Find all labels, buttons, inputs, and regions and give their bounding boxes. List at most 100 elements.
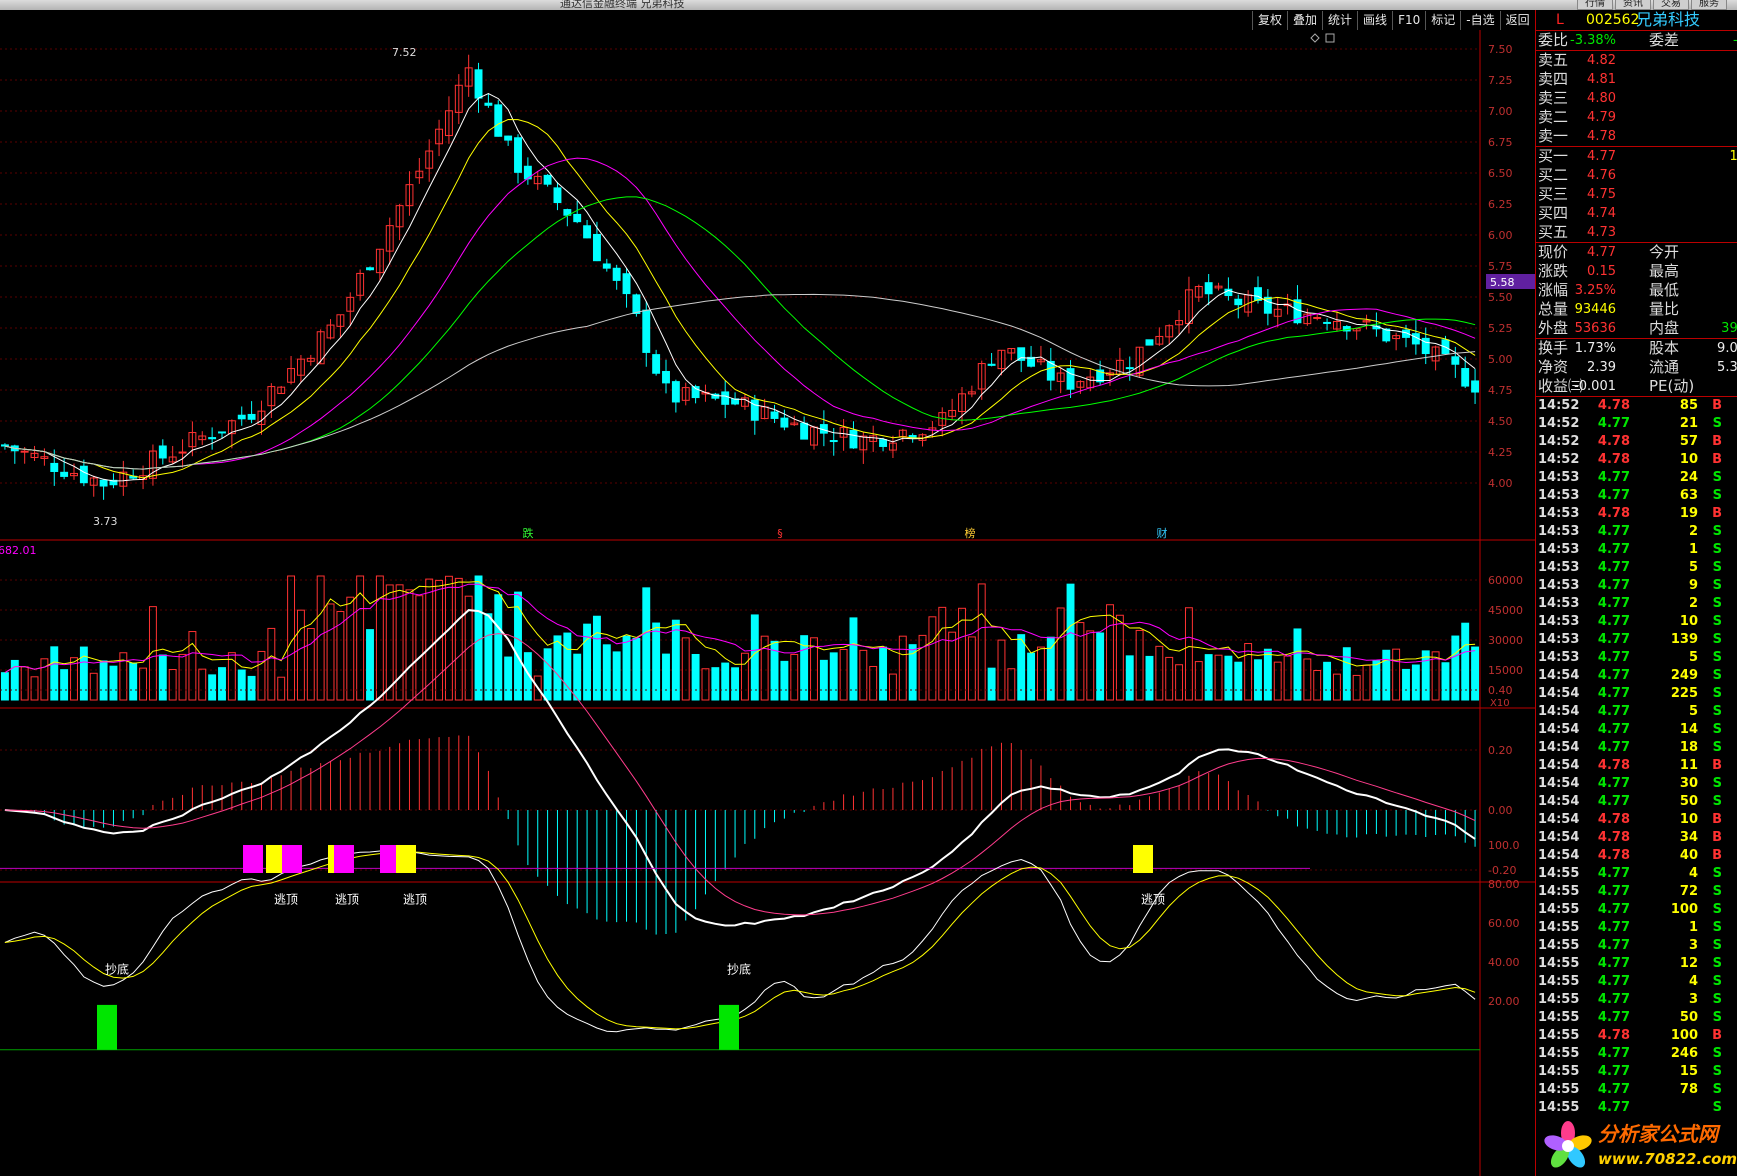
tick-volume: 225 bbox=[1670, 686, 1698, 701]
tick-row[interactable]: 14:54 4.77 14 S bbox=[1536, 721, 1737, 739]
tick-side: B bbox=[1712, 506, 1722, 521]
tick-row[interactable]: 14:53 4.77 10 S bbox=[1536, 613, 1737, 631]
tick-volume: 15 bbox=[1679, 1064, 1698, 1079]
volume-bar bbox=[632, 637, 641, 701]
tick-side: B bbox=[1712, 830, 1722, 845]
toolbar-button[interactable]: 画线 bbox=[1357, 11, 1392, 30]
tick-row[interactable]: 14:53 4.77 2 S bbox=[1536, 595, 1737, 613]
toolbar-button[interactable]: 返回 bbox=[1499, 11, 1535, 30]
tick-row[interactable]: 14:55 4.77 S bbox=[1536, 1099, 1737, 1117]
tick-row[interactable]: 14:53 4.78 19 B bbox=[1536, 505, 1737, 523]
tick-time: 14:52 bbox=[1538, 452, 1580, 467]
tick-row[interactable]: 14:52 4.77 21 S bbox=[1536, 415, 1737, 433]
tick-row[interactable]: 14:53 4.77 5 S bbox=[1536, 649, 1737, 667]
tick-row[interactable]: 14:52 4.78 57 B bbox=[1536, 433, 1737, 451]
tick-row[interactable]: 14:55 4.77 4 S bbox=[1536, 865, 1737, 883]
top-tab[interactable]: 交易 bbox=[1653, 0, 1689, 10]
tick-row[interactable]: 14:54 4.77 225 S bbox=[1536, 685, 1737, 703]
watermark-text: 分析家公式网 bbox=[1598, 1122, 1718, 1146]
tick-row[interactable]: 14:53 4.77 2 S bbox=[1536, 523, 1737, 541]
tick-row[interactable]: 14:54 4.78 40 B bbox=[1536, 847, 1737, 865]
tick-price: 4.77 bbox=[1597, 632, 1630, 647]
tick-side: B bbox=[1712, 398, 1722, 413]
level-price: 4.76 bbox=[1587, 168, 1616, 183]
tick-row[interactable]: 14:53 4.77 1 S bbox=[1536, 541, 1737, 559]
toolbar-button[interactable]: F10 bbox=[1392, 11, 1425, 30]
level-label: 买二 bbox=[1538, 166, 1569, 184]
candle-body bbox=[770, 411, 779, 419]
toolbar-button[interactable]: 统计 bbox=[1322, 11, 1357, 30]
candle-body bbox=[60, 471, 69, 477]
stat-row: 总量93446量比0 bbox=[1536, 300, 1737, 319]
tick-row[interactable]: 14:54 4.78 10 B bbox=[1536, 811, 1737, 829]
tick-volume: 9 bbox=[1688, 578, 1698, 593]
stock-code[interactable]: 002562 bbox=[1586, 10, 1639, 30]
tick-row[interactable]: 14:55 4.77 12 S bbox=[1536, 955, 1737, 973]
stock-name[interactable]: 兄弟科技 bbox=[1636, 10, 1700, 30]
candle-body bbox=[218, 431, 226, 434]
price-axis-label: 6.25 bbox=[1488, 198, 1513, 211]
tick-price: 4.78 bbox=[1597, 434, 1630, 449]
tick-row[interactable]: 14:53 4.77 63 S bbox=[1536, 487, 1737, 505]
tick-row[interactable]: 14:55 4.77 1 S bbox=[1536, 919, 1737, 937]
tick-row[interactable]: 14:55 4.77 4 S bbox=[1536, 973, 1737, 991]
stat-row: 涨幅3.25%最低4 bbox=[1536, 281, 1737, 300]
tick-price: 4.77 bbox=[1597, 794, 1630, 809]
tick-row[interactable]: 14:53 4.77 24 S bbox=[1536, 469, 1737, 487]
tick-volume: 63 bbox=[1679, 488, 1698, 503]
tick-row[interactable]: 14:54 4.78 34 B bbox=[1536, 829, 1737, 847]
tick-row[interactable]: 14:53 4.77 5 S bbox=[1536, 559, 1737, 577]
tick-volume: 1 bbox=[1688, 542, 1698, 557]
tick-row[interactable]: 14:54 4.78 11 B bbox=[1536, 757, 1737, 775]
candle-body bbox=[849, 429, 858, 449]
weibi-row: 委比 -3.38% 委差 -2 bbox=[1536, 30, 1737, 50]
candle-body bbox=[602, 263, 611, 269]
tick-row[interactable]: 14:53 4.77 9 S bbox=[1536, 577, 1737, 595]
tick-price: 4.77 bbox=[1597, 542, 1630, 557]
price-axis-label: 5.00 bbox=[1488, 353, 1513, 366]
volume-bar bbox=[99, 660, 108, 701]
tick-row[interactable]: 14:55 4.78 100 B bbox=[1536, 1027, 1737, 1045]
tick-row[interactable]: 14:55 4.77 246 S bbox=[1536, 1045, 1737, 1063]
tick-time: 14:53 bbox=[1538, 614, 1580, 629]
tick-side: S bbox=[1712, 704, 1722, 719]
top-tab[interactable]: 行情 bbox=[1577, 0, 1613, 10]
candle-body bbox=[20, 450, 29, 453]
volume-bar bbox=[1254, 659, 1262, 701]
candle-body bbox=[1254, 287, 1262, 301]
tick-list[interactable]: 14:52 4.78 85 B 14:52 4.77 21 S 14:52 4.78 57 B 14:5… bbox=[1536, 396, 1737, 1117]
candle-body bbox=[1461, 368, 1470, 387]
tick-row[interactable]: 14:53 4.77 139 S bbox=[1536, 631, 1737, 649]
tick-row[interactable]: 14:54 4.77 18 S bbox=[1536, 739, 1737, 757]
tick-row[interactable]: 14:54 4.77 30 S bbox=[1536, 775, 1737, 793]
tick-row[interactable]: 14:55 4.77 15 S bbox=[1536, 1063, 1737, 1081]
tick-price: 4.77 bbox=[1597, 686, 1630, 701]
tick-row[interactable]: 14:52 4.78 10 B bbox=[1536, 451, 1737, 469]
toolbar-button[interactable]: -自选 bbox=[1460, 11, 1499, 30]
top-tab[interactable]: 服务 bbox=[1691, 0, 1727, 10]
volume-bar bbox=[1204, 654, 1213, 701]
kline-chart[interactable]: 7.50 7.25 7.00 6.75 6.50 6.25 6.00 5.75 5.50 5.25… bbox=[0, 30, 1535, 1176]
tick-row[interactable]: 14:55 4.77 3 S bbox=[1536, 991, 1737, 1009]
tick-row[interactable]: 14:55 4.77 50 S bbox=[1536, 1009, 1737, 1027]
volume-bar bbox=[158, 654, 167, 701]
tick-row[interactable]: 14:55 4.77 100 S bbox=[1536, 901, 1737, 919]
tick-price: 4.77 bbox=[1597, 704, 1630, 719]
toolbar-button[interactable]: 叠加 bbox=[1287, 11, 1322, 30]
tick-price: 4.77 bbox=[1597, 488, 1630, 503]
tick-row[interactable]: 14:54 4.77 5 S bbox=[1536, 703, 1737, 721]
tick-row[interactable]: 14:52 4.78 85 B bbox=[1536, 397, 1737, 415]
stat-value: -0.001 bbox=[1574, 379, 1616, 394]
tick-row[interactable]: 14:54 4.77 50 S bbox=[1536, 793, 1737, 811]
tick-row[interactable]: 14:55 4.77 3 S bbox=[1536, 937, 1737, 955]
stat-label: 净资 bbox=[1538, 358, 1569, 376]
top-tab[interactable]: 资讯 bbox=[1615, 0, 1651, 10]
tick-volume: 10 bbox=[1679, 452, 1698, 467]
candle-body bbox=[642, 309, 651, 353]
tick-row[interactable]: 14:55 4.77 78 S bbox=[1536, 1081, 1737, 1099]
tick-row[interactable]: 14:55 4.77 72 S bbox=[1536, 883, 1737, 901]
toolbar-button[interactable]: 标记 bbox=[1425, 11, 1460, 30]
tick-row[interactable]: 14:54 4.77 249 S bbox=[1536, 667, 1737, 685]
toolbar-button[interactable]: 复权 bbox=[1252, 11, 1287, 30]
order-level: 买一 4.77 14 bbox=[1536, 147, 1737, 166]
